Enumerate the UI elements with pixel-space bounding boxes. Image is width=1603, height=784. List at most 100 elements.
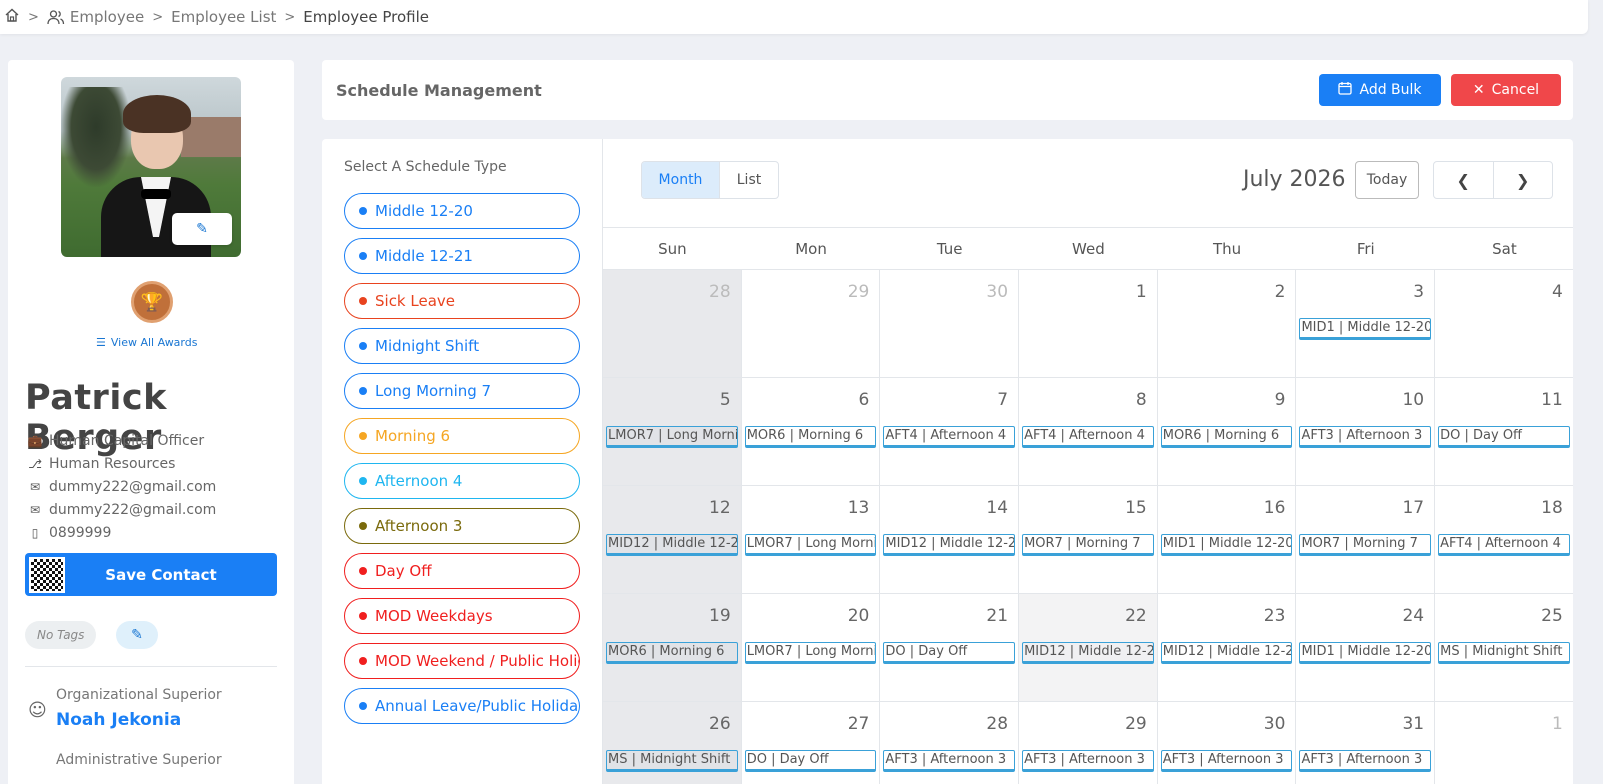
calendar-day-cell[interactable]: 17 MOR7 | Morning 7 xyxy=(1296,486,1436,593)
day-number: 29 xyxy=(847,282,870,302)
calendar-day-cell[interactable]: 31 AFT3 | Afternoon 3 xyxy=(1296,702,1436,784)
calendar-day-cell[interactable]: 29 xyxy=(742,270,881,377)
schedule-event[interactable]: MID1 | Middle 12-20 xyxy=(1299,642,1432,664)
calendar-day-cell[interactable]: 26 MS | Midnight Shift xyxy=(603,702,742,784)
schedule-event[interactable]: MS | Midnight Shift xyxy=(1438,642,1570,664)
calendar-week: 12 MID12 | Middle 12-21 13 LMOR7 | Long Mor… xyxy=(603,486,1573,594)
day-number: 21 xyxy=(986,606,1009,626)
schedule-event[interactable]: MID1 | Middle 12-20 xyxy=(1299,318,1432,340)
schedule-event[interactable]: AFT4 | Afternoon 4 xyxy=(883,426,1016,448)
calendar-day-cell[interactable]: 2 xyxy=(1158,270,1297,377)
schedule-event[interactable]: AFT3 | Afternoon 3 xyxy=(1299,426,1432,448)
calendar-day-cell[interactable]: 1 xyxy=(1019,270,1158,377)
cancel-button[interactable]: ✕ Cancel xyxy=(1451,74,1561,106)
schedule-event[interactable]: MID12 | Middle 12-21 xyxy=(606,534,738,556)
schedule-event[interactable]: AFT4 | Afternoon 4 xyxy=(1438,534,1570,556)
breadcrumb-item-employee[interactable]: Employee xyxy=(47,8,144,26)
today-button[interactable]: Today xyxy=(1355,161,1419,199)
save-contact-button[interactable]: Save Contact xyxy=(25,553,277,596)
view-list-button[interactable]: List xyxy=(720,162,778,198)
schedule-type-pill[interactable]: Middle 12-21 xyxy=(344,238,580,274)
schedule-event[interactable]: LMOR7 | Long Morning 7 xyxy=(606,426,738,448)
calendar-day-cell[interactable]: 20 LMOR7 | Long Morning 7 xyxy=(742,594,881,701)
calendar-day-cell[interactable]: 22 MID12 | Middle 12-21 xyxy=(1019,594,1158,701)
calendar-day-cell[interactable]: 15 MOR7 | Morning 7 xyxy=(1019,486,1158,593)
calendar-day-cell[interactable]: 1 xyxy=(1435,702,1573,784)
prev-month-button[interactable]: ❮ xyxy=(1434,162,1494,198)
calendar-day-cell[interactable]: 12 MID12 | Middle 12-21 xyxy=(603,486,742,593)
schedule-event[interactable]: MID12 | Middle 12-21 xyxy=(883,534,1016,556)
calendar-day-cell[interactable]: 6 MOR6 | Morning 6 xyxy=(742,378,881,485)
edit-tags-button[interactable]: ✎ xyxy=(116,621,158,649)
calendar-day-cell[interactable]: 11 DO | Day Off xyxy=(1435,378,1573,485)
calendar-day-cell[interactable]: 21 DO | Day Off xyxy=(880,594,1020,701)
calendar-day-cell[interactable]: 19 MOR6 | Morning 6 xyxy=(603,594,742,701)
calendar-day-cell[interactable]: 30 xyxy=(880,270,1020,377)
schedule-event[interactable]: MID12 | Middle 12-21 xyxy=(1160,642,1293,664)
schedule-type-pill[interactable]: Day Off xyxy=(344,553,580,589)
schedule-type-pill[interactable]: MOD Weekend / Public Holiday xyxy=(344,643,580,679)
schedule-type-pill[interactable]: Annual Leave/Public Holiday xyxy=(344,688,580,724)
view-month-button[interactable]: Month xyxy=(642,162,720,198)
breadcrumb-item-employee-list[interactable]: Employee List xyxy=(171,8,276,26)
schedule-event[interactable]: AFT3 | Afternoon 3 xyxy=(1299,750,1432,772)
schedule-event[interactable]: AFT3 | Afternoon 3 xyxy=(1160,750,1293,772)
calendar-day-cell[interactable]: 7 AFT4 | Afternoon 4 xyxy=(880,378,1020,485)
view-all-awards-link[interactable]: ☰ View All Awards xyxy=(96,336,197,349)
department-text: Human Resources xyxy=(49,456,176,472)
schedule-type-pill[interactable]: Middle 12-20 xyxy=(344,193,580,229)
next-month-button[interactable]: ❯ xyxy=(1494,162,1553,198)
schedule-type-pill[interactable]: Sick Leave xyxy=(344,283,580,319)
schedule-event[interactable]: LMOR7 | Long Morning 7 xyxy=(744,534,877,556)
calendar-day-cell[interactable]: 4 xyxy=(1435,270,1573,377)
schedule-event[interactable]: MOR6 | Morning 6 xyxy=(606,642,738,664)
chevron-left-icon: ❮ xyxy=(1456,170,1470,190)
calendar-day-cell[interactable]: 23 MID12 | Middle 12-21 xyxy=(1158,594,1297,701)
schedule-type-pill[interactable]: Afternoon 3 xyxy=(344,508,580,544)
schedule-event[interactable]: AFT4 | Afternoon 4 xyxy=(1022,426,1154,448)
calendar-day-cell[interactable]: 14 MID12 | Middle 12-21 xyxy=(880,486,1020,593)
calendar-day-cell[interactable]: 24 MID1 | Middle 12-20 xyxy=(1296,594,1436,701)
trophy-icon[interactable]: 🏆 xyxy=(131,281,173,323)
calendar-day-cell[interactable]: 3 MID1 | Middle 12-20 xyxy=(1296,270,1436,377)
schedule-event[interactable]: DO | Day Off xyxy=(883,642,1016,664)
calendar-day-cell[interactable]: 29 AFT3 | Afternoon 3 xyxy=(1019,702,1158,784)
org-superior-link[interactable]: Noah Jekonia xyxy=(56,710,181,730)
schedule-event[interactable]: MID12 | Middle 12-21 xyxy=(1022,642,1154,664)
schedule-type-label: Afternoon 4 xyxy=(375,472,463,490)
calendar-day-cell[interactable]: 10 AFT3 | Afternoon 3 xyxy=(1296,378,1436,485)
schedule-type-pill[interactable]: MOD Weekdays xyxy=(344,598,580,634)
calendar-day-cell[interactable]: 8 AFT4 | Afternoon 4 xyxy=(1019,378,1158,485)
schedule-event[interactable]: DO | Day Off xyxy=(744,750,877,772)
schedule-event[interactable]: MOR6 | Morning 6 xyxy=(1160,426,1293,448)
calendar-day-cell[interactable]: 5 LMOR7 | Long Morning 7 xyxy=(603,378,742,485)
schedule-event[interactable]: MOR7 | Morning 7 xyxy=(1299,534,1432,556)
schedule-type-pill[interactable]: Afternoon 4 xyxy=(344,463,580,499)
position-text: Human Capital Officer xyxy=(49,433,205,449)
home-icon[interactable] xyxy=(4,7,20,27)
schedule-event[interactable]: LMOR7 | Long Morning 7 xyxy=(744,642,877,664)
calendar-day-cell[interactable]: 27 DO | Day Off xyxy=(742,702,881,784)
calendar-day-cell[interactable]: 25 MS | Midnight Shift xyxy=(1435,594,1573,701)
schedule-type-pill[interactable]: Morning 6 xyxy=(344,418,580,454)
schedule-type-pill[interactable]: Long Morning 7 xyxy=(344,373,580,409)
calendar-day-cell[interactable]: 13 LMOR7 | Long Morning 7 xyxy=(742,486,881,593)
calendar-day-cell[interactable]: 28 AFT3 | Afternoon 3 xyxy=(880,702,1020,784)
schedule-event[interactable]: MID1 | Middle 12-20 xyxy=(1160,534,1293,556)
calendar-title: July 2026 xyxy=(1243,167,1346,192)
calendar-day-cell[interactable]: 9 MOR6 | Morning 6 xyxy=(1158,378,1297,485)
schedule-type-label: Middle 12-20 xyxy=(375,202,473,220)
schedule-event[interactable]: DO | Day Off xyxy=(1438,426,1570,448)
calendar-day-cell[interactable]: 18 AFT4 | Afternoon 4 xyxy=(1435,486,1573,593)
schedule-event[interactable]: MS | Midnight Shift xyxy=(606,750,738,772)
calendar-day-cell[interactable]: 16 MID1 | Middle 12-20 xyxy=(1158,486,1297,593)
calendar-day-cell[interactable]: 30 AFT3 | Afternoon 3 xyxy=(1158,702,1297,784)
schedule-event[interactable]: AFT3 | Afternoon 3 xyxy=(1022,750,1154,772)
schedule-type-pill[interactable]: Midnight Shift xyxy=(344,328,580,364)
schedule-event[interactable]: AFT3 | Afternoon 3 xyxy=(883,750,1016,772)
calendar-day-cell[interactable]: 28 xyxy=(603,270,742,377)
schedule-event[interactable]: MOR6 | Morning 6 xyxy=(744,426,877,448)
schedule-event[interactable]: MOR7 | Morning 7 xyxy=(1022,534,1154,556)
add-bulk-button[interactable]: Add Bulk xyxy=(1319,74,1441,106)
edit-photo-button[interactable]: ✎ xyxy=(172,213,232,245)
